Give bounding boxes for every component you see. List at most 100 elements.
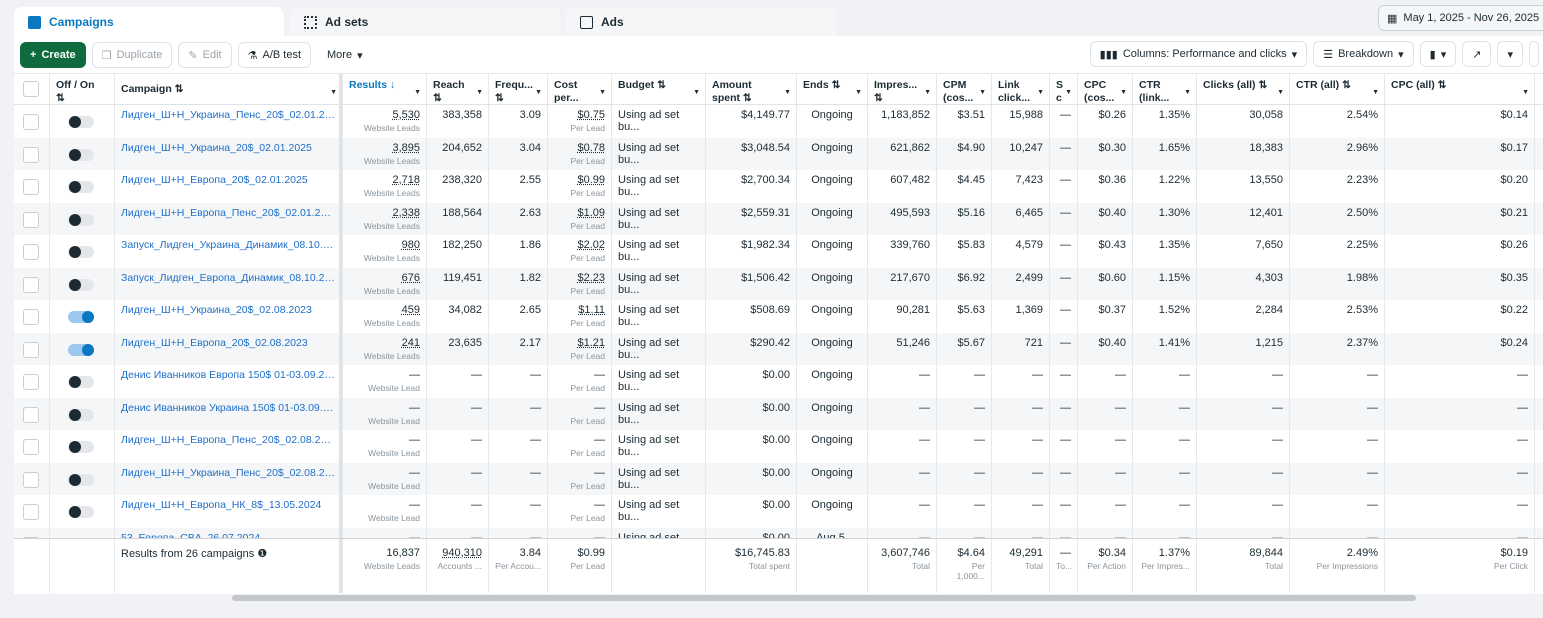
duplicate-button[interactable]: ❐ Duplicate: [91, 42, 173, 68]
column-header-9[interactable]: Ends ⇅ ▼: [797, 74, 868, 104]
campaign-toggle[interactable]: [68, 213, 94, 226]
row-checkbox[interactable]: [23, 114, 39, 130]
column-header-8[interactable]: Amount spent ⇅ ▼: [706, 74, 797, 104]
column-header-1[interactable]: Off / On ⇅: [50, 74, 115, 104]
row-checkbox[interactable]: [23, 471, 39, 488]
campaign-toggle[interactable]: [68, 473, 94, 486]
column-header-7[interactable]: Budget ⇅ ▼: [612, 74, 706, 104]
cell-name[interactable]: Лидген_Ш+Н_Европа_20$_02.08.2023: [115, 332, 343, 365]
cell-name[interactable]: Запуск_Лидген_Европа_Динамик_08.10.2025: [115, 267, 343, 300]
column-header-12[interactable]: Link click... ▼: [992, 74, 1050, 104]
spent-value: $0.00: [762, 466, 790, 479]
row-checkbox[interactable]: [23, 439, 39, 455]
ends-value: Ongoing: [811, 239, 853, 251]
campaign-toggle[interactable]: [68, 311, 94, 323]
row-checkbox[interactable]: [23, 276, 39, 293]
column-header-11[interactable]: CPM (cos... ▼: [937, 74, 992, 104]
campaign-toggle[interactable]: [68, 506, 94, 518]
cell-name[interactable]: Лидген_Ш+Н_Украина_Пенс_20$_02.08.2023: [115, 462, 343, 495]
column-header-14[interactable]: CPC (cos... ▼: [1078, 74, 1133, 104]
row-checkbox[interactable]: [23, 146, 39, 163]
column-header-10[interactable]: Impres... ⇅ ▼: [868, 74, 937, 104]
campaign-name-link[interactable]: Денис Иванников Европа 150$ 01-03.09.202…: [121, 369, 336, 381]
campaign-name-link[interactable]: Лидген_Ш+Н_Украина_20$_02.08.2023: [121, 304, 336, 316]
cell-name[interactable]: Лидген_Ш+Н_Европа_Пенс_20$_02.08.2023: [115, 430, 343, 463]
row-checkbox[interactable]: [23, 341, 39, 358]
horizontal-scrollbar[interactable]: [232, 595, 1416, 601]
campaign-name-link[interactable]: Лидген_Ш+Н_Украина_20$_02.01.2025: [121, 142, 336, 154]
ab-test-button[interactable]: ⚗ A/B test: [237, 42, 312, 68]
cell-name[interactable]: Денис Иванников Украина 150$ 01-03.09.20…: [115, 397, 343, 430]
campaign-name-link[interactable]: Лидген_Ш+Н_Европа_НК_8$_13.05.2024: [121, 499, 336, 511]
campaign-toggle[interactable]: [68, 148, 94, 161]
export-button[interactable]: ↗: [1462, 41, 1492, 67]
column-header-3[interactable]: Results ↓ ▼: [343, 74, 427, 104]
ctr-value: —: [1179, 466, 1190, 479]
campaign-toggle[interactable]: [68, 376, 94, 388]
campaign-toggle[interactable]: [68, 181, 94, 193]
row-checkbox[interactable]: [23, 211, 39, 228]
cell-name[interactable]: Запуск_Лидген_Украина_Динамик_08.10.20..…: [115, 235, 343, 268]
cell-name[interactable]: Денис Иванников Европа 150$ 01-03.09.202…: [115, 365, 343, 398]
date-range-picker[interactable]: ▦ May 1, 2025 - Nov 26, 2025: [1378, 5, 1543, 31]
column-header-2[interactable]: Campaign ⇅ ▼: [115, 74, 343, 104]
column-header-0[interactable]: [14, 74, 50, 104]
create-button[interactable]: + Create: [20, 42, 86, 68]
row-checkbox[interactable]: [23, 179, 39, 195]
campaign-name-link[interactable]: Лидген_Ш+Н_Европа_Пенс_20$_02.08.2023: [121, 434, 336, 446]
cpc-value: $0.36: [1098, 174, 1126, 186]
column-header-5[interactable]: Frequ... ⇅ ▼: [489, 74, 548, 104]
tab-ad-sets[interactable]: Ad sets: [290, 7, 560, 37]
more-button[interactable]: More ▾: [317, 42, 373, 68]
export-menu-button[interactable]: ▾: [1497, 41, 1523, 67]
campaign-name-link[interactable]: Лидген_Ш+Н_Европа_20$_02.08.2023: [121, 337, 336, 349]
s-value: —: [1060, 336, 1071, 349]
tab-campaigns[interactable]: Campaigns: [14, 7, 284, 37]
s-value: —: [1060, 141, 1071, 154]
row-checkbox[interactable]: [23, 406, 39, 423]
breakdown-button[interactable]: ☰ Breakdown ▾: [1313, 41, 1414, 67]
cell-name[interactable]: Лидген_Ш+Н_Европа_НК_8$_13.05.2024: [115, 495, 343, 528]
cell-budget: Using ad set bu...: [612, 495, 706, 528]
cpm-value: —: [974, 434, 985, 446]
column-header-18[interactable]: CPC (all) ⇅ ▼: [1385, 74, 1535, 104]
cell-link: 10,247: [992, 137, 1050, 170]
campaign-name-link[interactable]: Лидген_Ш+Н_Украина_Пенс_20$_02.01.2025: [121, 109, 336, 121]
campaign-toggle[interactable]: [68, 246, 94, 258]
column-header-15[interactable]: CTR (link... ▼: [1133, 74, 1197, 104]
row-checkbox[interactable]: [23, 374, 39, 390]
campaign-name-link[interactable]: Запуск_Лидген_Украина_Динамик_08.10.20..…: [121, 239, 336, 251]
more-tools-button[interactable]: [1529, 41, 1539, 67]
column-header-17[interactable]: CTR (all) ⇅ ▼: [1290, 74, 1385, 104]
cell-name[interactable]: Лидген_Ш+Н_Украина_Пенс_20$_02.01.2025: [115, 105, 343, 138]
campaign-toggle[interactable]: [68, 278, 94, 291]
campaign-toggle[interactable]: [68, 343, 94, 356]
column-header-16[interactable]: Clicks (all) ⇅ ▼: [1197, 74, 1290, 104]
cell-name[interactable]: Лидген_Ш+Н_Украина_20$_02.08.2023: [115, 300, 343, 333]
campaign-toggle[interactable]: [68, 408, 94, 421]
cell-name[interactable]: Лидген_Ш+Н_Европа_20$_02.01.2025: [115, 170, 343, 203]
campaign-toggle[interactable]: [68, 116, 94, 128]
campaign-name-link[interactable]: Лидген_Ш+Н_Украина_Пенс_20$_02.08.2023: [121, 467, 336, 479]
column-header-4[interactable]: Reach ⇅ ▼: [427, 74, 489, 104]
tab-ads[interactable]: Ads: [566, 7, 836, 37]
campaign-toggle[interactable]: [68, 441, 94, 453]
campaign-name-link[interactable]: Лидген_Ш+Н_Европа_20$_02.01.2025: [121, 174, 336, 186]
column-header-13[interactable]: S c ▼: [1050, 74, 1078, 104]
row-checkbox[interactable]: [23, 504, 39, 520]
select-all-checkbox[interactable]: [23, 81, 39, 97]
campaign-name-link[interactable]: Денис Иванников Украина 150$ 01-03.09.20…: [121, 402, 336, 414]
toggle-cell: [50, 332, 115, 365]
campaign-name-link[interactable]: Лидген_Ш+Н_Европа_Пенс_20$_02.01.2025: [121, 207, 336, 219]
row-checkbox[interactable]: [23, 309, 39, 325]
cell-name[interactable]: Лидген_Ш+Н_Европа_Пенс_20$_02.01.2025: [115, 202, 343, 235]
reports-button[interactable]: ▮ ▾: [1419, 41, 1457, 67]
cell-name[interactable]: Лидген_Ш+Н_Украина_20$_02.01.2025: [115, 137, 343, 170]
edit-button[interactable]: ✎ Edit: [178, 42, 232, 68]
row-checkbox[interactable]: [23, 244, 39, 260]
cell-name[interactable]: 53_Европа_CBA_26.07.2024: [115, 527, 343, 538]
campaign-name-link[interactable]: Запуск_Лидген_Европа_Динамик_08.10.2025: [121, 272, 336, 284]
columns-button[interactable]: ▮▮▮ Columns: Performance and clicks ▾: [1089, 41, 1308, 67]
cell-cpm: $5.67: [937, 332, 992, 365]
column-header-6[interactable]: Cost per... ▼: [548, 74, 612, 104]
